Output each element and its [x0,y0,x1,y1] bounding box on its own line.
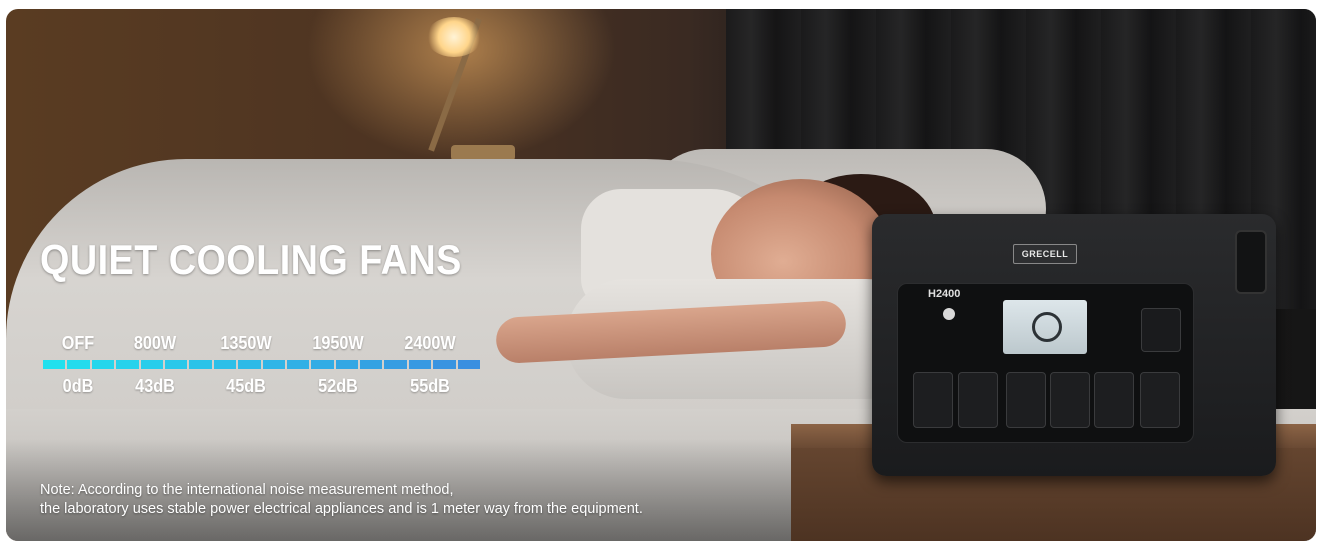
noise-bar-segment [91,360,115,369]
noise-bar-segment [140,360,163,369]
dc-output-port [913,372,953,428]
usb-output-port [958,372,998,428]
battery-ring-icon [1032,312,1062,342]
noise-bar-segment [286,360,310,369]
noise-bar [43,360,481,369]
power-level: 2400W [404,333,456,353]
noise-bar-segment [213,360,237,369]
pv-input-port [1141,308,1181,352]
note-line: Note: According to the international noi… [40,482,454,498]
noise-bar-segment [116,360,139,369]
noise-bar-segment [384,360,407,369]
noise-bar-segment [43,360,66,369]
power-button [943,308,955,320]
ac-outlet [1050,372,1090,428]
ac-outlet [1140,372,1180,428]
power-level: OFF [61,333,95,353]
lamp-light [426,17,482,57]
noise-bar-segment [238,360,261,369]
noise-bar-segment [335,360,359,369]
model-label: H2400 [928,288,961,300]
noise-bar-segment [408,360,432,369]
power-level: 1350W [220,333,272,353]
power-level: 800W [133,333,177,353]
noise-bar-segment [262,360,285,369]
power-station-handle [1235,230,1267,294]
noise-level: 52dB [318,376,358,396]
noise-level: 0dB [62,376,94,396]
note-line: the laboratory uses stable power electri… [40,501,643,517]
brand-logo: GRECELL [1013,244,1077,264]
noise-bar-segment [189,360,212,369]
noise-bar-segment [433,360,456,369]
noise-bar-segment [360,360,383,369]
headline: QUIET COOLING FANS [40,236,462,283]
noise-bar-segment [311,360,334,369]
noise-bar-segment [457,360,481,369]
noise-level: 43dB [135,376,175,396]
noise-level: 55dB [410,376,450,396]
ac-outlet [1006,372,1046,428]
noise-bar-segment [164,360,188,369]
noise-bar-segment [67,360,90,369]
power-level: 1950W [312,333,364,353]
measurement-note: Note: According to the international noi… [40,481,643,519]
ac-outlet [1094,372,1134,428]
noise-level: 45dB [226,376,266,396]
